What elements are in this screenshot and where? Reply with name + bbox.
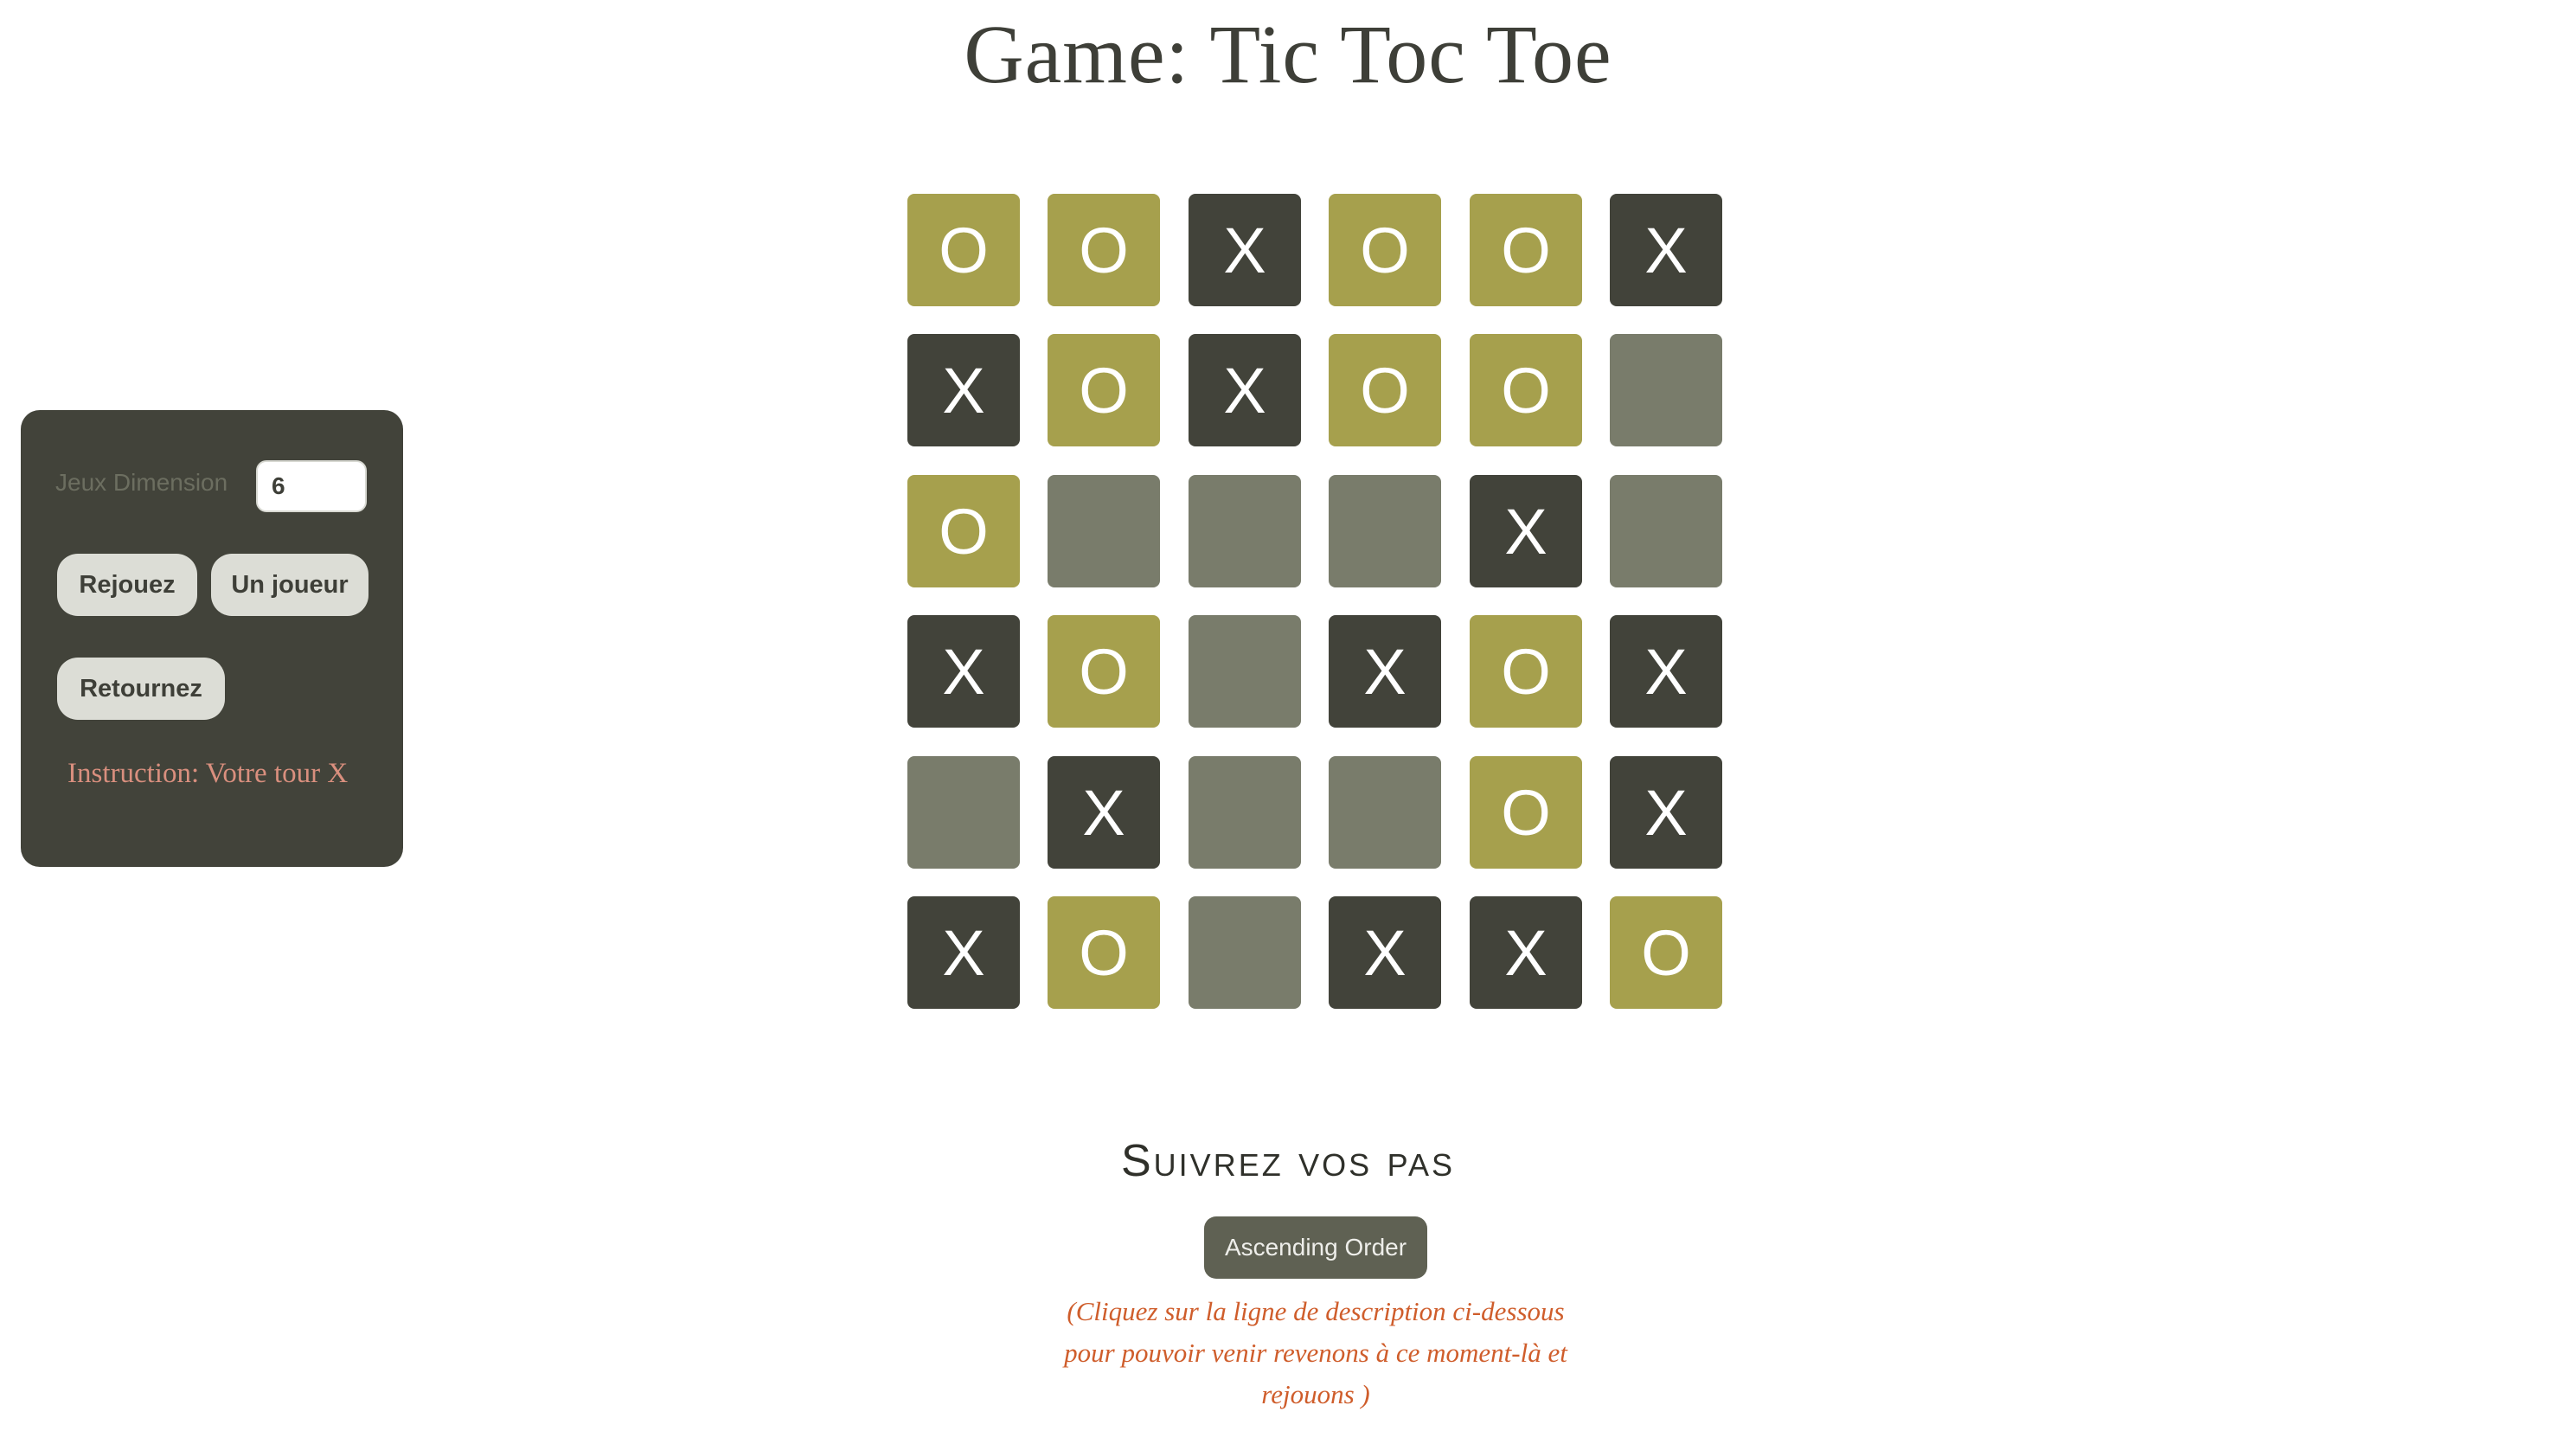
board-cell[interactable]: O <box>1470 334 1582 446</box>
dimension-label: Jeux Dimension <box>55 469 228 496</box>
board-cell[interactable]: O <box>1048 615 1160 728</box>
board-cell[interactable]: X <box>1470 475 1582 587</box>
board-cell[interactable] <box>1189 756 1301 869</box>
board-cell[interactable] <box>1189 896 1301 1009</box>
board-cell[interactable] <box>1189 475 1301 587</box>
board-cell[interactable]: O <box>1048 896 1160 1009</box>
board-cell[interactable] <box>1329 756 1441 869</box>
board-cell[interactable]: O <box>1048 194 1160 306</box>
board-cell[interactable]: O <box>1470 615 1582 728</box>
history-hint: (Cliquez sur la ligne de description ci-… <box>1064 1296 1567 1409</box>
board-cell[interactable]: X <box>1610 194 1722 306</box>
board-cell[interactable]: O <box>1470 756 1582 869</box>
board-cell[interactable]: O <box>907 475 1020 587</box>
game-board: OOXOOXXOXOOOXXOXOXXOXXOXXO <box>907 194 1722 1009</box>
history-title: Suivrez vos pas <box>1121 1136 1455 1186</box>
board-cell[interactable]: O <box>1329 334 1441 446</box>
control-panel: Jeux Dimension Rejouez Un joueur Retourn… <box>21 410 403 867</box>
board-cell[interactable]: X <box>907 615 1020 728</box>
board-cell[interactable] <box>1048 475 1160 587</box>
board-cell[interactable]: X <box>1189 194 1301 306</box>
board-cell[interactable]: X <box>907 334 1020 446</box>
board-cell[interactable]: X <box>1048 756 1160 869</box>
board-cell[interactable]: O <box>1048 334 1160 446</box>
replay-button[interactable]: Rejouez <box>57 554 197 616</box>
board-cell[interactable]: O <box>1610 896 1722 1009</box>
board-cell[interactable]: X <box>907 896 1020 1009</box>
instruction-text: Instruction: Votre tour X <box>67 758 349 789</box>
sort-order-button[interactable]: Ascending Order <box>1204 1216 1427 1279</box>
board-cell[interactable]: O <box>1470 194 1582 306</box>
page-title: Game: Tic Toc Toe <box>964 8 1612 100</box>
back-button[interactable]: Retournez <box>57 658 225 720</box>
board-cell[interactable]: O <box>1329 194 1441 306</box>
board-cell[interactable]: X <box>1329 615 1441 728</box>
board-cell[interactable] <box>1610 334 1722 446</box>
board-cell[interactable] <box>907 756 1020 869</box>
board-cell[interactable]: X <box>1329 896 1441 1009</box>
board-cell[interactable]: O <box>907 194 1020 306</box>
board-cell[interactable]: X <box>1189 334 1301 446</box>
board-cell[interactable] <box>1329 475 1441 587</box>
board-cell[interactable]: X <box>1470 896 1582 1009</box>
board-cell[interactable]: X <box>1610 615 1722 728</box>
board-cell[interactable]: X <box>1610 756 1722 869</box>
dimension-input[interactable] <box>256 460 367 512</box>
single-player-button[interactable]: Un joueur <box>211 554 368 616</box>
board-cell[interactable] <box>1610 475 1722 587</box>
board-cell[interactable] <box>1189 615 1301 728</box>
